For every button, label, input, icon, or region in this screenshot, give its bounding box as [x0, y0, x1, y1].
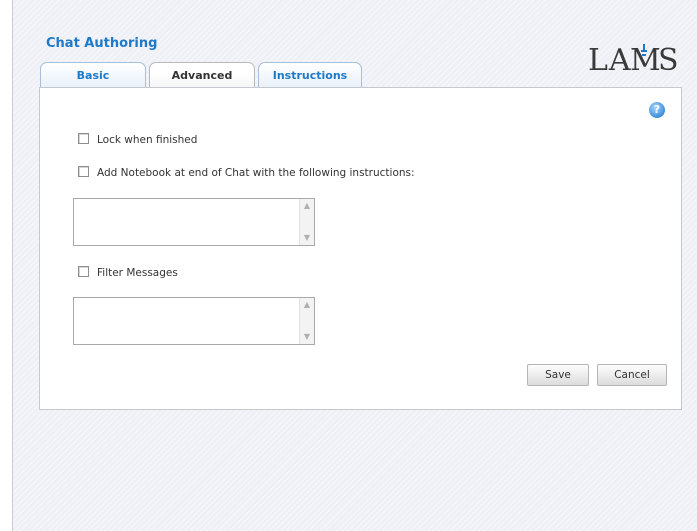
svg-text:LA: LA — [588, 43, 632, 78]
add-notebook-row[interactable]: Add Notebook at end of Chat with the fol… — [78, 166, 415, 180]
tab-instructions[interactable]: Instructions — [258, 62, 362, 88]
scroll-down-icon[interactable]: ▼ — [300, 331, 314, 343]
filter-keywords-textarea[interactable]: ▲ ▼ — [73, 297, 315, 345]
lock-when-finished-label: Lock when finished — [97, 134, 198, 146]
filter-messages-checkbox[interactable] — [78, 266, 89, 277]
tab-basic[interactable]: Basic — [40, 62, 146, 88]
add-notebook-label: Add Notebook at end of Chat with the fol… — [97, 167, 415, 179]
notebook-instructions-textarea[interactable]: ▲ ▼ — [73, 198, 315, 246]
svg-text:M: M — [630, 43, 662, 78]
lock-when-finished-checkbox[interactable] — [78, 133, 89, 144]
lams-logo: LA M S — [588, 38, 682, 78]
filter-messages-row[interactable]: Filter Messages — [78, 266, 178, 280]
scroll-up-icon[interactable]: ▲ — [300, 200, 314, 212]
filter-messages-label: Filter Messages — [97, 267, 178, 279]
save-button[interactable]: Save — [527, 364, 589, 386]
cancel-button[interactable]: Cancel — [597, 364, 667, 386]
help-icon[interactable]: ? — [649, 102, 665, 118]
scroll-up-icon[interactable]: ▲ — [300, 299, 314, 311]
notebook-scrollbar[interactable]: ▲ ▼ — [299, 199, 314, 245]
scroll-down-icon[interactable]: ▼ — [300, 232, 314, 244]
page-title: Chat Authoring — [46, 36, 158, 51]
advanced-panel: ? Lock when finished Add Notebook at end… — [39, 87, 682, 410]
svg-text:S: S — [658, 43, 680, 78]
lams-logo-icon: LA M S — [588, 43, 680, 78]
tab-advanced[interactable]: Advanced — [149, 62, 255, 89]
lock-when-finished-row[interactable]: Lock when finished — [78, 133, 197, 147]
add-notebook-checkbox[interactable] — [78, 166, 89, 177]
filter-scrollbar[interactable]: ▲ ▼ — [299, 298, 314, 344]
